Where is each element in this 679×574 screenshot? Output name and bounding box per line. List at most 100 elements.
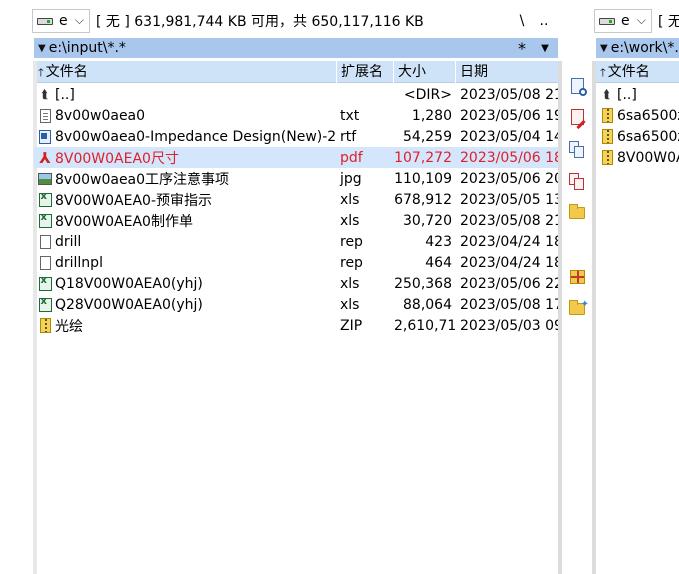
drive-letter: e	[59, 13, 68, 29]
file-row[interactable]: 8V00W0AEA0-预审指示 xls 678,912 2023/05/05 1…	[34, 189, 558, 210]
right-path-text: e:\work\*.	[610, 40, 679, 56]
left-file-list: ⮬ [..] <DIR> 2023/05/08 21 8v00w0aea0 txt…	[34, 84, 558, 336]
header-name-label: 文件名	[45, 64, 88, 80]
pack-files-icon	[569, 270, 585, 284]
excel-file-icon	[38, 297, 52, 312]
file-size: <DIR>	[403, 86, 452, 103]
file-row[interactable]: drill rep 423 2023/04/24 18	[34, 231, 558, 252]
file-date: 2023/04/24 18	[460, 233, 558, 250]
file-ext: xls	[340, 212, 360, 229]
root-dir-button[interactable]: \	[512, 13, 532, 29]
edit-file-button[interactable]	[568, 108, 586, 130]
right-drive-bar: e ⌵ [ 无	[594, 8, 679, 34]
history-dropdown-button[interactable]: ▼	[532, 43, 558, 54]
blank-file-icon	[39, 234, 51, 249]
drive-icon	[37, 17, 53, 25]
file-date: 2023/04/24 18	[460, 254, 558, 271]
file-ext: pdf	[340, 149, 363, 166]
left-path-text: e:\input\*.*	[48, 40, 126, 56]
folder-button[interactable]	[568, 204, 586, 222]
right-drive-select[interactable]: e ⌵	[594, 9, 652, 33]
pack-files-button[interactable]	[568, 268, 586, 286]
parent-dir-button[interactable]: ..	[532, 13, 556, 29]
file-name: 8V00W0A	[617, 149, 679, 166]
right-file-list: ⮬ [..] 6sa6500za 6sa6500za 8V00W0A	[596, 84, 679, 168]
header-date[interactable]: 日期	[456, 61, 558, 83]
header-name[interactable]: 🡑 文件名	[596, 61, 679, 83]
zip-file-icon	[601, 150, 613, 165]
zip-file-icon	[601, 129, 613, 144]
file-row[interactable]: 8V00W0A	[596, 147, 679, 168]
vertical-button-bar: ✦	[562, 61, 592, 574]
file-row[interactable]: ⮬ [..]	[596, 84, 679, 105]
new-folder-button[interactable]: ✦	[568, 299, 589, 318]
file-row[interactable]: 8v00w0aea0 txt 1,280 2023/05/06 19	[34, 105, 558, 126]
copy-files-button[interactable]	[568, 140, 586, 158]
text-file-icon	[39, 108, 51, 123]
new-folder-icon: ✦	[569, 299, 589, 315]
file-ext: xls	[340, 275, 360, 292]
header-ext[interactable]: 扩展名	[337, 61, 394, 83]
blank-file-icon	[39, 255, 51, 270]
file-size: 107,272	[394, 149, 452, 166]
file-ext: rtf	[340, 128, 357, 145]
parent-dir-icon: ⮬	[41, 87, 49, 101]
header-size[interactable]: 大小	[394, 61, 456, 83]
header-name-label: 文件名	[607, 64, 650, 80]
move-files-icon	[569, 172, 585, 190]
file-row[interactable]: Q18V00W0AEA0(yhj) xls 250,368 2023/05/06…	[34, 273, 558, 294]
file-row[interactable]: Q28V00W0AEA0(yhj) xls 88,064 2023/05/08 …	[34, 294, 558, 315]
file-row[interactable]: 8v00w0aea0工序注意事项 jpg 110,109 2023/05/06 …	[34, 168, 558, 189]
drive-free-space: [ 无 ] 631,981,744 KB 可用，共 650,117,116 KB	[96, 14, 424, 30]
file-date: 2023/05/06 20	[460, 170, 558, 187]
file-row[interactable]: 6sa6500za	[596, 105, 679, 126]
filter-button[interactable]: *	[512, 39, 532, 58]
file-name: 光绘	[55, 318, 83, 335]
file-size: 110,109	[394, 170, 452, 187]
file-row[interactable]: 8v00w0aea0-Impedance Design(New)-2.. rtf…	[34, 126, 558, 147]
pdf-file-icon: ⅄	[39, 148, 51, 167]
header-name[interactable]: 🡑 文件名	[34, 61, 337, 83]
excel-file-icon	[38, 276, 52, 291]
copy-files-icon	[569, 140, 585, 158]
move-files-button[interactable]	[568, 172, 586, 190]
file-date: 2023/05/08 21	[460, 212, 558, 229]
file-date: 2023/05/04 14	[460, 128, 558, 145]
file-size: 88,064	[403, 296, 452, 313]
file-name: 8V00W0AEA0-预审指示	[55, 192, 213, 209]
sort-up-icon: 🡑	[600, 66, 606, 79]
file-ext: rep	[340, 254, 363, 271]
file-size: 250,368	[394, 275, 452, 292]
rtf-file-icon	[39, 129, 51, 144]
view-file-button[interactable]	[568, 77, 587, 96]
file-date: 2023/05/06 19	[460, 107, 558, 124]
file-name: 8V00W0AEA0制作单	[55, 213, 193, 230]
file-ext: xls	[340, 191, 360, 208]
chevron-down-icon: ⌵	[74, 13, 84, 27]
zip-file-icon	[601, 108, 613, 123]
left-path-bar[interactable]: ▼ e:\input\*.* * ▼	[34, 38, 558, 58]
file-date: 2023/05/06 18	[460, 149, 558, 166]
file-date: 2023/05/08 17	[460, 296, 558, 313]
right-path-bar[interactable]: ▼ e:\work\*.	[596, 38, 679, 58]
file-row[interactable]: ⮬ [..] <DIR> 2023/05/08 21	[34, 84, 558, 105]
chevron-down-icon: ⌵	[636, 13, 646, 27]
file-date: 2023/05/05 13	[460, 191, 558, 208]
file-size: 30,720	[403, 212, 452, 229]
file-ext: jpg	[340, 170, 362, 187]
file-name: [..]	[55, 86, 75, 103]
left-column-headers: 🡑 文件名 扩展名 大小 日期	[34, 61, 558, 83]
file-name: drill	[55, 233, 82, 250]
edit-file-icon	[570, 109, 586, 130]
file-row[interactable]: drillnpl rep 464 2023/04/24 18	[34, 252, 558, 273]
file-row[interactable]: 8V00W0AEA0制作单 xls 30,720 2023/05/08 21	[34, 210, 558, 231]
folder-icon	[569, 204, 585, 219]
file-ext: txt	[340, 107, 360, 124]
file-name: 8v00w0aea0工序注意事项	[55, 171, 230, 188]
file-name: 6sa6500za	[617, 128, 679, 145]
file-row-selected[interactable]: ⅄ 8V00W0AEA0尺寸 pdf 107,272 2023/05/06 18	[34, 147, 558, 168]
file-row[interactable]: 6sa6500za	[596, 126, 679, 147]
image-file-icon	[38, 172, 52, 185]
left-drive-select[interactable]: e ⌵	[32, 9, 90, 33]
file-row[interactable]: 光绘 ZIP 2,610,713 2023/05/03 09	[34, 315, 558, 336]
